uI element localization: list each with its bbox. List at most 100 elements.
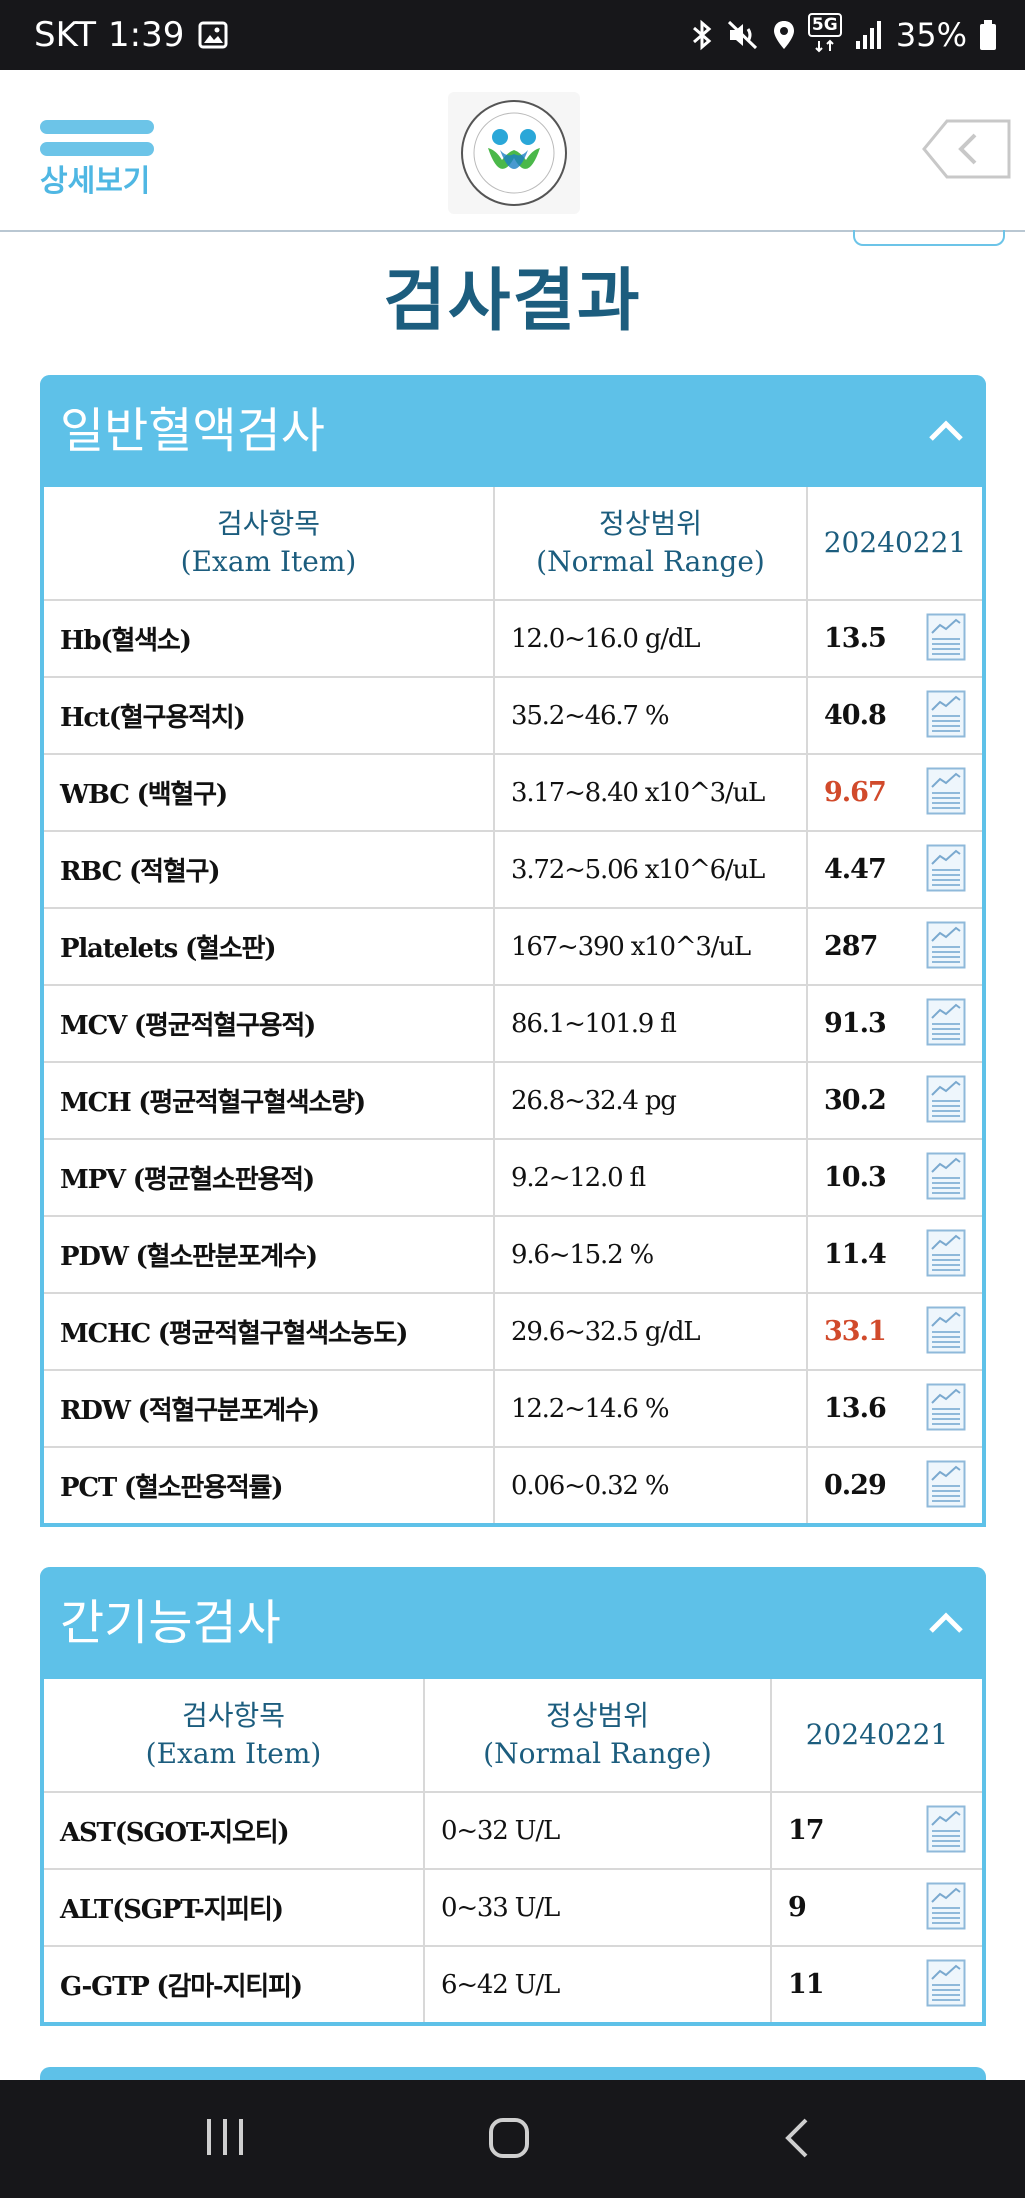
trend-chart-icon[interactable] [926,1383,966,1431]
exam-item-cell: MCH (평균적혈구혈색소량) [44,1061,495,1140]
table-row: G-GTP (감마-지티피) 6~42 U/L 11 [44,1945,982,2022]
normal-range-cell: 9.6~15.2 % [493,1215,808,1294]
clock: 1:39 [108,15,185,55]
menu-bar [40,142,154,156]
table-header-row: 검사항목 (Exam Item) 정상범위 (Normal Range) 20240… [44,1679,982,1793]
exam-item-cell: RBC (적혈구) [44,830,495,909]
bluetooth-icon [692,19,712,51]
network-5g-indicator: 5G [807,13,842,55]
exam-item-cell: Hb(혈색소) [44,599,495,678]
result-value: 9.67 [824,777,887,808]
trend-chart-icon[interactable] [926,1460,966,1508]
trend-chart-icon[interactable] [926,844,966,892]
result-value-cell: 13.5 [806,599,982,678]
trend-chart-icon[interactable] [926,1229,966,1277]
normal-range-cell: 3.17~8.40 x10^3/uL [493,753,808,832]
table-row: RBC (적혈구) 3.72~5.06 x10^6/uL 4.47 [44,830,982,909]
trend-chart-icon[interactable] [926,613,966,661]
table-row: MCHC (평균적혈구혈색소농도) 29.6~32.5 g/dL 33.1 [44,1292,982,1371]
result-value: 13.5 [824,623,887,654]
section-header[interactable]: 간기능검사 [40,1567,986,1679]
column-header-en: (Normal Range) [536,545,765,578]
foundation-logo[interactable] [448,92,580,214]
trend-chart-icon[interactable] [926,998,966,1046]
signal-icon [855,21,881,49]
result-value-cell: 9.67 [806,753,982,832]
chevron-up-icon[interactable] [926,1603,966,1643]
result-value-cell: 287 [806,907,982,986]
result-value: 11.4 [824,1239,887,1270]
location-icon [773,21,794,49]
battery-icon [980,20,996,50]
exam-item-cell: RDW (적혈구분포계수) [44,1369,495,1448]
result-value: 17 [788,1815,825,1846]
result-value: 10.3 [824,1162,887,1193]
normal-range-cell: 26.8~32.4 pg [493,1061,808,1140]
chevron-up-icon[interactable] [926,411,966,451]
result-value-cell: 17 [770,1791,982,1870]
column-header-date: 20240221 [806,487,982,601]
exam-item-cell: WBC (백혈구) [44,753,495,832]
column-header-range: 정상범위 (Normal Range) [423,1679,772,1793]
column-header-en: (Normal Range) [483,1737,712,1770]
table-row: MCV (평균적혈구용적) 86.1~101.9 fl 91.3 [44,984,982,1063]
trend-chart-icon[interactable] [926,1306,966,1354]
table-body: AST(SGOT-지오티) 0~32 U/L 17 ALT(SGPT-지피티) … [44,1791,982,2022]
header-tab-edge [853,230,1005,246]
home-icon[interactable] [488,2117,530,2159]
result-value: 9 [788,1892,807,1923]
normal-range-cell: 86.1~101.9 fl [493,984,808,1063]
result-value-cell: 40.8 [806,676,982,755]
column-header-en: (Exam Item) [180,545,357,578]
exam-item-cell: PCT (혈소판용적률) [44,1446,495,1523]
result-value-cell: 30.2 [806,1061,982,1140]
exam-item-cell: Platelets (혈소판) [44,907,495,986]
recent-apps-icon[interactable] [205,2115,245,2159]
trend-chart-icon[interactable] [926,1882,966,1930]
trend-chart-icon[interactable] [926,1075,966,1123]
column-header-ko: 검사항목 [216,507,321,540]
back-arrow-button[interactable] [921,118,1011,180]
system-nav-bar [0,2080,1025,2198]
result-value-cell: 9 [770,1868,982,1947]
results-table: 검사항목 (Exam Item) 정상범위 (Normal Range) 20240… [44,1679,982,2022]
section-title: 간기능검사 [60,1595,281,1651]
normal-range-cell: 9.2~12.0 fl [493,1138,808,1217]
carrier-label: SKT [34,15,97,55]
result-value: 11 [788,1969,825,2000]
app-header: 상세보기 [0,70,1025,232]
table-header-row: 검사항목 (Exam Item) 정상범위 (Normal Range) 20240… [44,487,982,601]
trend-chart-icon[interactable] [926,1959,966,2007]
normal-range-cell: 0~33 U/L [423,1868,772,1947]
trend-chart-icon[interactable] [926,921,966,969]
back-icon[interactable] [782,2116,812,2160]
gallery-notification-icon [198,21,228,49]
exam-item-cell: MCHC (평균적혈구혈색소농도) [44,1292,495,1371]
table-row: Hb(혈색소) 12.0~16.0 g/dL 13.5 [44,599,982,678]
section-header[interactable]: 일반혈액검사 [40,375,986,487]
result-value: 13.6 [824,1393,887,1424]
results-table: 검사항목 (Exam Item) 정상범위 (Normal Range) 20240… [44,487,982,1523]
exam-item-cell: PDW (혈소판분포계수) [44,1215,495,1294]
column-header-item: 검사항목 (Exam Item) [44,1679,425,1793]
normal-range-cell: 0.06~0.32 % [493,1446,808,1523]
table-body: Hb(혈색소) 12.0~16.0 g/dL 13.5 Hct(혈구용적치) 3… [44,599,982,1523]
trend-chart-icon[interactable] [926,767,966,815]
section-liver-test: 간기능검사 검사항목 (Exam Item) 정상범위 (Normal Range)… [40,1567,986,2026]
network-type-label: 5G [807,13,842,37]
table-row: PDW (혈소판분포계수) 9.6~15.2 % 11.4 [44,1215,982,1294]
table-row: MPV (평균혈소판용적) 9.2~12.0 fl 10.3 [44,1138,982,1217]
trend-chart-icon[interactable] [926,1805,966,1853]
column-header-en: (Exam Item) [145,1737,322,1770]
trend-chart-icon[interactable] [926,690,966,738]
section-title: 일반혈액검사 [60,403,325,459]
trend-chart-icon[interactable] [926,1152,966,1200]
exam-item-cell: ALT(SGPT-지피티) [44,1868,425,1947]
menu-label: 상세보기 [40,164,151,199]
result-value: 91.3 [824,1008,887,1039]
table-row: AST(SGOT-지오티) 0~32 U/L 17 [44,1791,982,1870]
section-blood-test: 일반혈액검사 검사항목 (Exam Item) 정상범위 (Normal Range… [40,375,986,1527]
detail-menu-button[interactable]: 상세보기 [40,120,155,220]
table-row: Hct(혈구용적치) 35.2~46.7 % 40.8 [44,676,982,755]
exam-item-cell: Hct(혈구용적치) [44,676,495,755]
